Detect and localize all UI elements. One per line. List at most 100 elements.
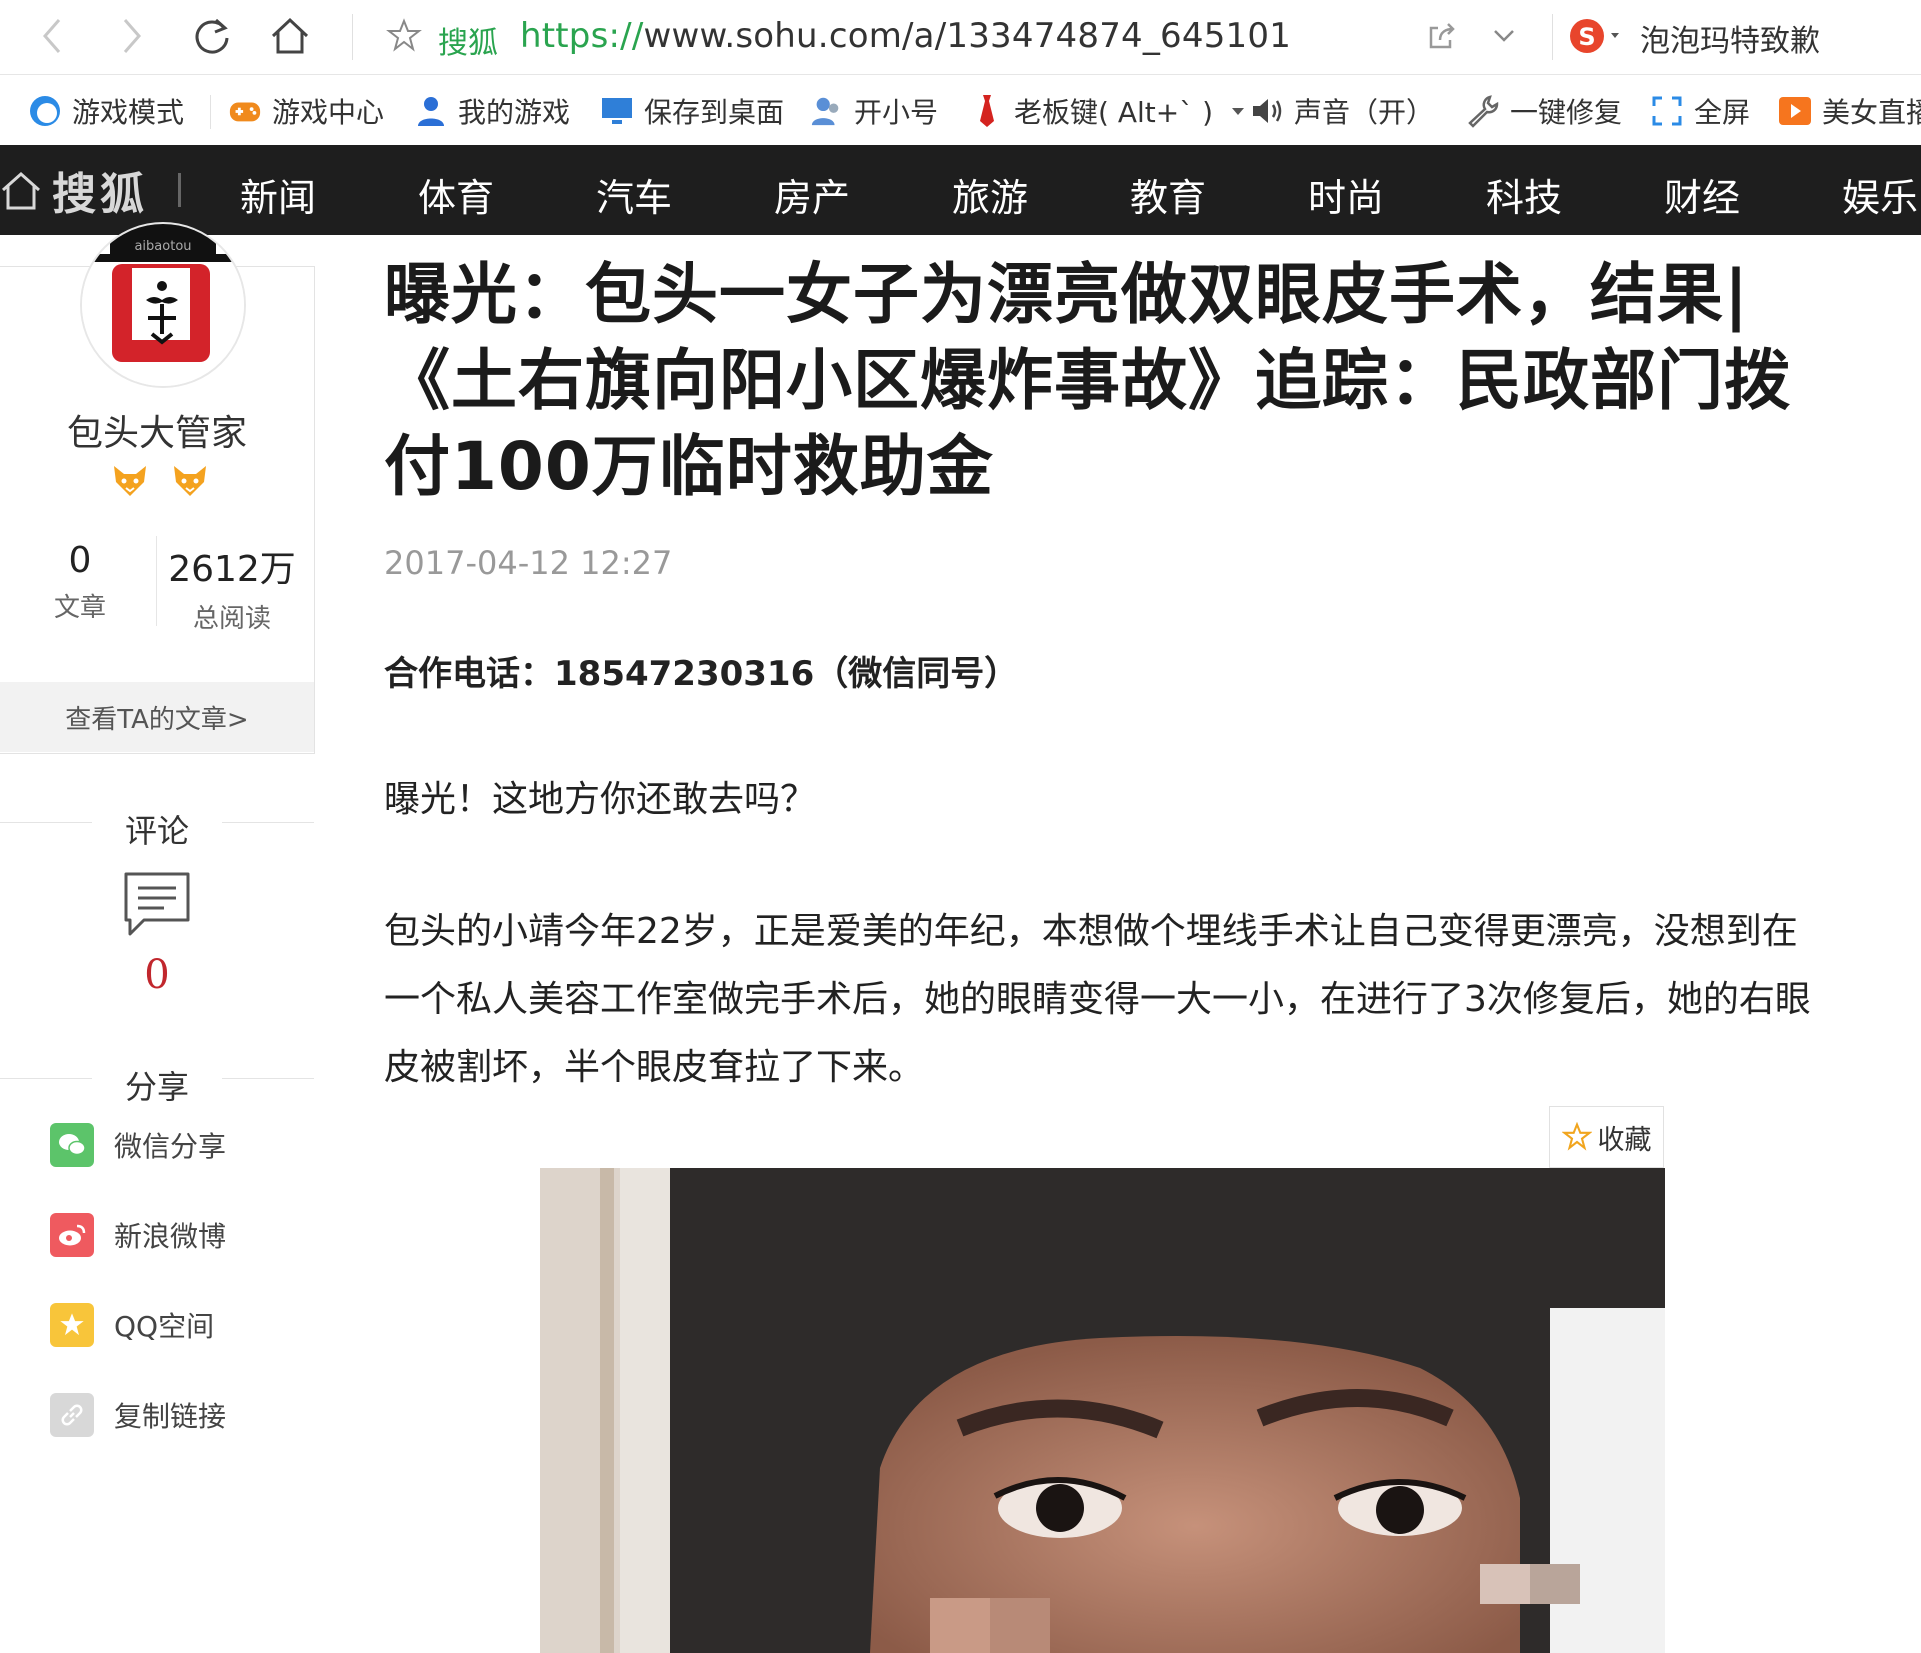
nav-link-travel[interactable]: 旅游 <box>952 167 1028 222</box>
weibo-icon <box>50 1213 94 1257</box>
article-paragraph: 包头的小靖今年22岁，正是爱美的年纪，本想做个埋线手术让自己变得更漂亮，没想到在… <box>384 911 1811 1088</box>
dropdown-button[interactable] <box>1482 14 1526 58</box>
comment-count[interactable]: 0 <box>0 952 314 998</box>
users-icon <box>810 94 844 128</box>
toolbar-save-desktop[interactable]: 保存到桌面 <box>600 89 784 133</box>
chevron-right-icon <box>123 19 141 53</box>
toolbar-label: 保存到桌面 <box>644 96 785 129</box>
link-icon <box>50 1393 94 1437</box>
nav-link-sports[interactable]: 体育 <box>418 167 494 222</box>
site-tag: 搜狐 <box>438 26 498 61</box>
toolbar-label: 一键修复 <box>1510 96 1623 129</box>
share-weibo[interactable]: 新浪微博 <box>50 1212 226 1258</box>
sohu-logo[interactable]: 搜狐 <box>0 161 181 220</box>
toolbar-repair[interactable]: 一键修复 <box>1466 89 1622 133</box>
toolbar-sound[interactable]: 声音（开） <box>1250 89 1434 133</box>
divider <box>178 173 181 207</box>
divider <box>1552 14 1553 60</box>
collect-button[interactable]: 收藏 <box>1549 1106 1664 1168</box>
nav-link-education[interactable]: 教育 <box>1130 167 1206 222</box>
sogou-logo-icon: S <box>1570 19 1619 53</box>
bookmark-star-button[interactable] <box>382 14 426 58</box>
comment-button[interactable] <box>122 870 192 940</box>
url-protocol: https:// <box>520 16 644 56</box>
game-toolbar: 游戏模式 游戏中心 我的游戏 保存到桌面 开小号 老板键( Alt+` ) 声音… <box>0 75 1921 146</box>
toolbar-live[interactable]: 美女直播 <box>1778 89 1921 133</box>
browser-address-bar: 搜狐 https://www.sohu.com/a/133474874_6451… <box>0 0 1921 75</box>
comments-title: 评论 <box>124 812 189 850</box>
star-icon <box>1561 1122 1592 1151</box>
home-button[interactable] <box>268 14 312 58</box>
fullscreen-icon <box>1650 94 1684 128</box>
monitor-icon <box>600 94 634 128</box>
share-title: 分享 <box>124 1068 189 1106</box>
fox-badge-icon <box>114 466 146 496</box>
speaker-icon <box>1250 94 1284 128</box>
collect-label: 收藏 <box>1597 1124 1652 1156</box>
nav-link-entertainment[interactable]: 娱乐 <box>1842 167 1918 222</box>
share-wechat[interactable]: 微信分享 <box>50 1122 226 1168</box>
stat-articles: 0 文章 <box>30 540 130 624</box>
sogou-search-button[interactable]: S <box>1566 14 1626 58</box>
toolbar-my-games[interactable]: 我的游戏 <box>414 89 570 133</box>
url-field[interactable]: https://www.sohu.com/a/133474874_645101 <box>520 16 1291 56</box>
divider <box>156 536 157 626</box>
star-icon <box>386 18 422 52</box>
toolbar-game-mode[interactable]: 游戏模式 <box>28 89 184 133</box>
toolbar-label: 全屏 <box>1694 96 1751 129</box>
tie-icon <box>970 94 1004 128</box>
sohu-logo-text: 搜狐 <box>52 169 148 220</box>
share-page-button[interactable] <box>1420 14 1464 58</box>
share-copy-link[interactable]: 复制链接 <box>50 1392 226 1438</box>
nav-link-finance[interactable]: 财经 <box>1664 167 1740 222</box>
toolbar-boss-key[interactable]: 老板键( Alt+` ) <box>970 89 1245 133</box>
reload-button[interactable] <box>190 14 234 58</box>
fox-badge-icon <box>174 466 206 496</box>
qzone-star-icon <box>50 1303 94 1347</box>
divider <box>352 14 353 60</box>
game-mode-icon <box>28 94 62 128</box>
toolbar-game-center[interactable]: 游戏中心 <box>228 89 384 133</box>
share-label: 微信分享 <box>114 1130 227 1163</box>
share-icon <box>1429 23 1455 49</box>
nav-link-tech[interactable]: 科技 <box>1486 167 1562 222</box>
nav-link-auto[interactable]: 汽车 <box>596 167 672 222</box>
svg-text:S: S <box>1578 23 1595 51</box>
caret-down-icon <box>1232 108 1245 115</box>
avatar-image: aibaotou <box>82 224 244 386</box>
reload-icon <box>195 18 229 54</box>
back-button[interactable] <box>30 14 74 58</box>
share-qzone[interactable]: QQ空间 <box>50 1302 214 1348</box>
author-avatar[interactable]: aibaotou <box>80 222 246 388</box>
nav-link-news[interactable]: 新闻 <box>240 167 316 222</box>
share-label: QQ空间 <box>114 1310 215 1343</box>
divider <box>210 95 211 129</box>
forward-button[interactable] <box>110 14 154 58</box>
toolbar-label: 游戏模式 <box>72 96 185 129</box>
news-ticker[interactable]: 泡泡玛特致歉 <box>1640 16 1820 60</box>
toolbar-fullscreen[interactable]: 全屏 <box>1650 89 1750 133</box>
chevron-down-icon <box>1494 30 1514 42</box>
nav-link-house[interactable]: 房产 <box>774 167 850 222</box>
toolbar-label: 开小号 <box>854 96 939 129</box>
share-label: 复制链接 <box>114 1400 227 1433</box>
toolbar-label: 游戏中心 <box>272 96 385 129</box>
toolbar-alt-account[interactable]: 开小号 <box>810 89 938 133</box>
view-author-articles-link[interactable]: 查看TA的文章> <box>0 682 314 752</box>
toolbar-label: 老板键( Alt+` ) <box>1014 96 1214 129</box>
reads-count: 2612万 <box>168 549 296 590</box>
share-label: 新浪微博 <box>114 1220 227 1253</box>
articles-label: 文章 <box>53 593 106 623</box>
stat-reads: 2612万 总阅读 <box>162 540 302 635</box>
wrench-icon <box>1466 94 1500 128</box>
home-icon <box>271 17 309 54</box>
wechat-icon <box>50 1123 94 1167</box>
article-date: 2017-04-12 12:27 <box>384 544 673 582</box>
author-name[interactable]: 包头大管家 <box>0 404 314 456</box>
article-paragraph: 曝光！这地方你还敢去吗？ <box>384 779 817 820</box>
nav-link-fashion[interactable]: 时尚 <box>1308 167 1384 222</box>
reads-label: 总阅读 <box>192 604 271 634</box>
article-contact: 合作电话：18547230316（微信同号） <box>384 654 1019 694</box>
author-badges <box>110 462 210 502</box>
play-icon <box>1778 94 1812 128</box>
